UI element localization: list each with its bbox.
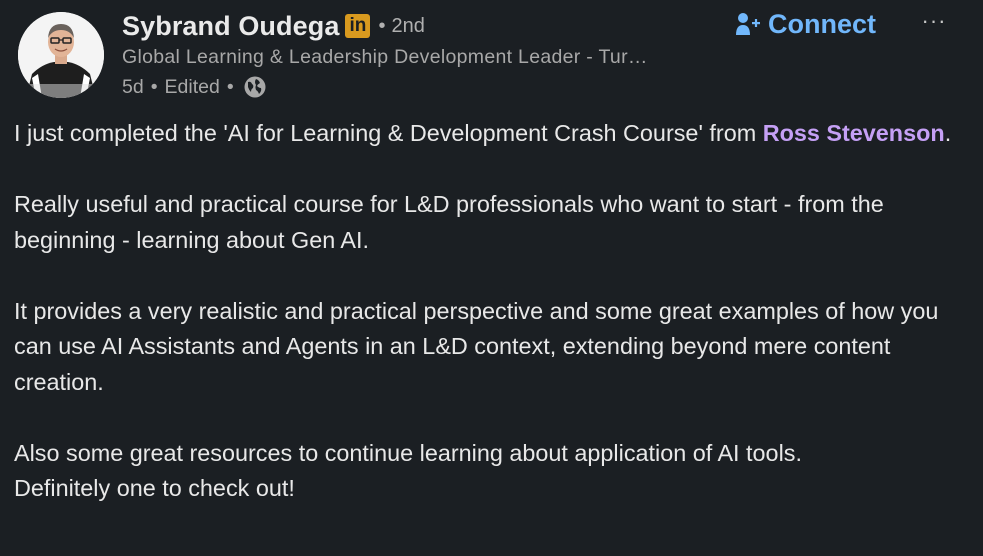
post-paragraph: It provides a very realistic and practic… [14,297,939,395]
post-text: I just completed the 'AI for Learning & … [14,116,969,542]
linkedin-badge-icon: in [345,14,371,38]
globe-icon [243,75,267,99]
avatar[interactable] [18,12,104,98]
author-row: Sybrand Oudega in • 2nd [122,8,425,44]
author-name[interactable]: Sybrand Oudega [122,11,339,42]
post-paragraph: Also some great resources to continue le… [14,436,969,507]
connect-label: Connect [768,8,876,39]
avatar-photo [18,12,104,98]
post-paragraph: I just completed the 'AI for Learning & … [14,116,969,152]
paragraph-text: . [944,120,952,146]
add-person-icon [735,11,761,37]
ellipsis-icon[interactable]: ··· [918,8,950,33]
post-time: 5d [122,75,144,98]
bullet-separator: • [378,14,386,37]
connect-button[interactable]: Connect [735,6,876,42]
post-meta: 5d • Edited • [122,73,267,101]
paragraph-text: Also some great resources to continue le… [14,439,802,466]
paragraph-text: I just completed the 'AI for Learning & … [14,120,763,146]
edited-label: Edited [164,75,220,98]
bullet-separator: • [150,75,158,98]
paragraph-text: Definitely one to check out! [14,475,295,501]
post-paragraph: Really useful and practical course for L… [14,191,884,253]
feed-post: Sybrand Oudega in • 2nd Global Learning … [0,0,983,556]
bullet-separator: • [226,75,234,98]
author-headline[interactable]: Global Learning & Leadership Development… [122,46,648,69]
mention-link[interactable]: Ross Stevenson [763,120,945,146]
connection-degree: 2nd [391,14,425,37]
